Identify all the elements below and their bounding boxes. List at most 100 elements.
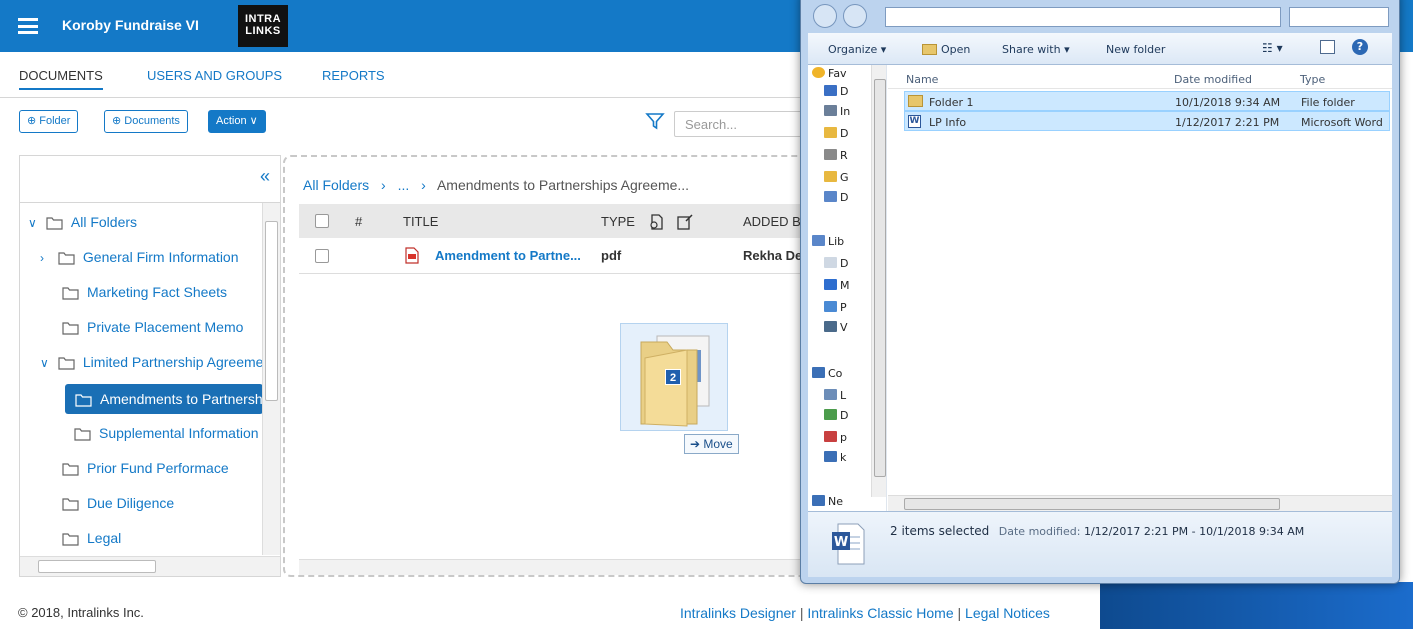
file-type: Microsoft Word [1301, 116, 1383, 129]
hamburger-menu-icon[interactable] [18, 18, 38, 34]
address-bar[interactable] [885, 7, 1281, 27]
nav-item-local-disk[interactable]: L [824, 389, 846, 402]
breadcrumb-all-folders[interactable]: All Folders [303, 177, 369, 193]
scrollbar-thumb[interactable] [904, 498, 1280, 510]
search-input[interactable]: Search... [674, 111, 814, 137]
column-title[interactable]: TITLE [403, 214, 438, 229]
nav-item-libraries[interactable]: Lib [812, 235, 844, 248]
tree-item-legal[interactable]: Legal [20, 523, 264, 553]
file-date: 1/12/2017 2:21 PM [1175, 116, 1280, 129]
chevron-down-icon[interactable]: ∨ [40, 348, 54, 377]
nav-item-network[interactable]: Ne [812, 495, 843, 508]
nav-item-recent[interactable]: R [824, 149, 848, 162]
link-intralinks-designer[interactable]: Intralinks Designer [680, 605, 796, 621]
grid-horizontal-scrollbar[interactable] [299, 559, 805, 575]
tree-item-limited-partnership-agreement[interactable]: ∨ Limited Partnership Agreement [20, 347, 264, 377]
folder-icon [62, 533, 79, 546]
table-row[interactable]: Amendment to Partne... pdf Rekha Dey [299, 238, 805, 274]
chevron-right-icon[interactable]: › [40, 243, 54, 272]
tree-item-supplemental-information[interactable]: Supplemental Information [20, 418, 264, 448]
document-type: pdf [601, 248, 622, 263]
tree-item-label: Private Placement Memo [87, 319, 244, 335]
folder-icon [824, 191, 837, 202]
column-number[interactable]: # [355, 214, 362, 229]
scrollbar-thumb[interactable] [38, 560, 156, 573]
row-checkbox[interactable] [315, 249, 329, 263]
column-added-by[interactable]: ADDED BY [743, 214, 805, 229]
video-icon [824, 321, 837, 332]
file-list-horizontal-scrollbar[interactable] [888, 495, 1392, 511]
nav-item-pictures[interactable]: P [824, 301, 847, 314]
tree-item-prior-fund-performace[interactable]: Prior Fund Performace [20, 453, 264, 483]
move-tooltip: ➔ Move [684, 434, 739, 454]
nav-item-disconnected-drive[interactable]: p [824, 431, 847, 444]
file-date: 10/1/2018 9:34 AM [1175, 96, 1281, 109]
workspace-title[interactable]: Koroby Fundraise VI [62, 17, 199, 33]
explorer-file-list: Name Date modified Type Folder 1 10/1/20… [888, 65, 1392, 511]
nav-item-intralinks[interactable]: In [824, 105, 850, 118]
nav-item-videos[interactable]: V [824, 321, 848, 334]
tree-item-general-firm-information[interactable]: › General Firm Information [20, 242, 264, 272]
back-button[interactable] [813, 4, 837, 28]
nav-item-downloads[interactable]: D [824, 127, 848, 140]
lock-document-icon[interactable] [649, 214, 663, 230]
link-legal-notices[interactable]: Legal Notices [965, 605, 1050, 621]
organize-button[interactable]: Organize ▾ [828, 43, 886, 56]
filter-icon[interactable] [645, 111, 665, 131]
tree-item-due-diligence[interactable]: Due Diligence [20, 488, 264, 518]
nav-item-music[interactable]: M [824, 279, 850, 292]
chevron-down-icon[interactable]: ∨ [28, 208, 42, 237]
tree-item-label: Amendments to Partnerships Agreement [100, 391, 263, 407]
nav-item-documents[interactable]: D [824, 191, 848, 204]
preview-pane-icon[interactable] [1320, 40, 1335, 54]
explorer-body: Fav D In D R G D Lib D M P V Co L D p k … [808, 65, 1392, 511]
add-folder-button[interactable]: ⊕ Folder [19, 110, 79, 133]
nav-item-desktop[interactable]: D [824, 85, 848, 98]
nav-item-network-drive[interactable]: D [824, 409, 848, 422]
column-type[interactable]: Type [1300, 73, 1325, 86]
add-documents-button[interactable]: ⊕ Documents [104, 110, 188, 133]
nav-item-g[interactable]: G [824, 171, 849, 184]
nav-item-favorites[interactable]: Fav [812, 67, 847, 80]
document-title-link[interactable]: Amendment to Partne... [435, 248, 581, 263]
new-folder-button[interactable]: New folder [1106, 43, 1165, 56]
open-button[interactable]: Open [922, 43, 970, 56]
column-date-modified[interactable]: Date modified [1174, 73, 1252, 86]
column-name[interactable]: Name [906, 73, 938, 86]
selection-status: 2 items selected Date modified: 1/12/201… [890, 524, 1304, 538]
music-icon [824, 279, 837, 290]
tab-reports[interactable]: REPORTS [322, 68, 385, 83]
nav-item-k-drive[interactable]: k [824, 451, 846, 464]
action-menu-button[interactable]: Action ∨ [208, 110, 266, 133]
tree-item-private-placement-memo[interactable]: Private Placement Memo [20, 312, 264, 342]
scrollbar-thumb[interactable] [265, 221, 278, 401]
file-row-folder-1[interactable]: Folder 1 10/1/2018 9:34 AM File folder [904, 91, 1390, 111]
view-options-icon[interactable]: ☷ ▾ [1262, 41, 1283, 55]
date-modified-range: 1/12/2017 2:21 PM - 10/1/2018 9:34 AM [1083, 525, 1305, 538]
tab-documents[interactable]: DOCUMENTS [19, 68, 103, 90]
file-row-lp-info[interactable]: W LP Info 1/12/2017 2:21 PM Microsoft Wo… [904, 111, 1390, 131]
main-nav: DOCUMENTS USERS AND GROUPS REPORTS [0, 52, 800, 98]
tree-item-marketing-fact-sheets[interactable]: Marketing Fact Sheets [20, 277, 264, 307]
help-icon[interactable]: ? [1352, 39, 1368, 55]
date-modified-label: Date modified: [998, 525, 1081, 538]
select-all-checkbox[interactable] [315, 214, 329, 228]
breadcrumb-ellipsis[interactable]: ... [398, 177, 410, 193]
tab-users-and-groups[interactable]: USERS AND GROUPS [147, 68, 282, 83]
tree-vertical-scrollbar[interactable] [262, 203, 280, 555]
collapse-panel-icon[interactable]: « [260, 166, 270, 187]
tree-item-amendments-to-partnerships-agreement[interactable]: Amendments to Partnerships Agreement [65, 384, 263, 414]
column-type[interactable]: TYPE [601, 214, 635, 229]
nav-item-library-documents[interactable]: D [824, 257, 848, 270]
share-with-button[interactable]: Share with ▾ [1002, 43, 1070, 56]
explorer-search-input[interactable] [1289, 7, 1389, 27]
tree-horizontal-scrollbar[interactable] [20, 556, 280, 576]
nav-item-computer[interactable]: Co [812, 367, 842, 380]
breadcrumb-current: Amendments to Partnerships Agreeme... [436, 177, 690, 193]
navigation-pane-scrollbar[interactable] [871, 65, 886, 497]
forward-button[interactable] [843, 4, 867, 28]
tree-item-all-folders[interactable]: ∨ All Folders [20, 207, 264, 237]
link-intralinks-classic-home[interactable]: Intralinks Classic Home [807, 605, 953, 621]
scrollbar-thumb[interactable] [874, 79, 886, 477]
edit-note-icon[interactable] [677, 214, 693, 230]
